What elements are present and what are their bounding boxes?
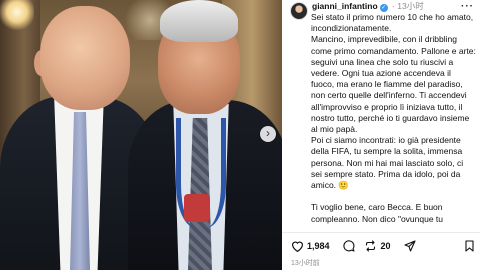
chevron-right-icon: › bbox=[266, 126, 270, 140]
share-icon[interactable] bbox=[403, 239, 417, 253]
like-count[interactable]: 1,984 bbox=[307, 241, 330, 251]
lanyard-badge bbox=[184, 194, 210, 222]
more-options-icon[interactable]: ··· bbox=[461, 1, 474, 12]
post-actions: 1,984 20 bbox=[290, 239, 476, 253]
post-header-text: gianni_infantino ✓ · 13小时 bbox=[312, 1, 424, 12]
next-photo-button[interactable]: › bbox=[260, 126, 276, 142]
person-right-hair bbox=[160, 0, 238, 42]
photo-lamp bbox=[0, 0, 34, 30]
caption-blank-line bbox=[311, 191, 476, 202]
comment-icon[interactable] bbox=[342, 239, 356, 253]
caption-paragraph: Ti voglio bene, caro Becca. E buon compl… bbox=[311, 202, 445, 224]
repost-icon[interactable] bbox=[364, 239, 378, 253]
avatar-icon[interactable] bbox=[290, 2, 308, 20]
post-time-ago: 13小时 bbox=[397, 1, 424, 11]
username-link[interactable]: gianni_infantino bbox=[312, 1, 378, 11]
post-side-panel: gianni_infantino ✓ · 13小时 ··· Sei stato i… bbox=[282, 0, 480, 270]
repost-count[interactable]: 20 bbox=[381, 241, 391, 251]
post-photo[interactable]: › bbox=[0, 0, 282, 270]
bookmark-icon[interactable] bbox=[462, 239, 476, 253]
person-left-head bbox=[40, 6, 130, 110]
heart-icon[interactable] bbox=[290, 239, 304, 253]
post-timestamp: 13小时前 bbox=[291, 260, 320, 267]
actions-divider bbox=[282, 232, 480, 233]
caption-paragraph: Mancino, imprevedibile, con il dribbling… bbox=[311, 34, 476, 135]
verified-icon: ✓ bbox=[379, 4, 388, 12]
caption-paragraph: Poi ci siamo incontrati: io già presiden… bbox=[311, 135, 466, 191]
post-separator: · bbox=[392, 1, 395, 11]
caption-paragraph: Sei stato il primo numero 10 che ho amat… bbox=[311, 12, 476, 34]
post-caption: Sei stato il primo numero 10 che ho amat… bbox=[311, 12, 476, 230]
